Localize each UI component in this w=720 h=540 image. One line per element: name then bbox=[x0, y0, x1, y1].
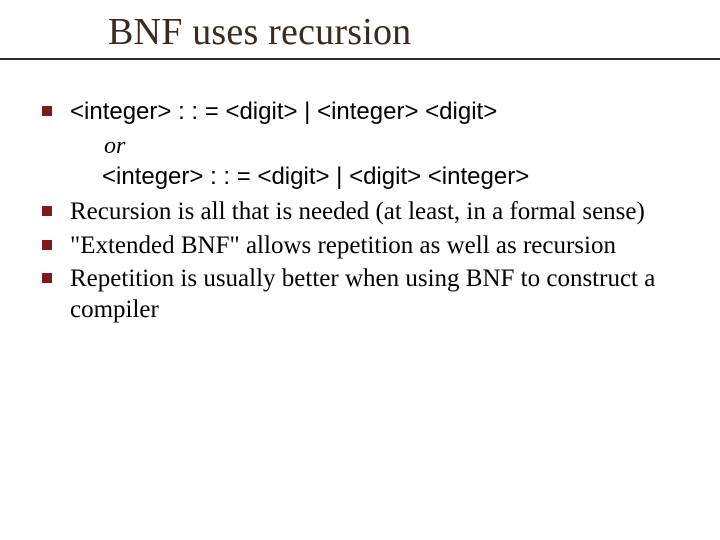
bullet-icon bbox=[42, 273, 52, 283]
slide-title: BNF uses recursion bbox=[108, 10, 720, 54]
title-underline bbox=[0, 58, 720, 60]
bullet-icon bbox=[42, 240, 52, 250]
grammar-list: <integer> : : = <digit> | <integer> <dig… bbox=[32, 96, 680, 127]
points-list: Recursion is all that is needed (at leas… bbox=[32, 196, 680, 325]
point-3-text: Repetition is usually better when using … bbox=[70, 265, 655, 323]
grammar-line-2: <integer> : : = <digit> | <digit> <integ… bbox=[32, 161, 680, 192]
point-2: "Extended BNF" allows repetition as well… bbox=[32, 230, 680, 261]
point-3: Repetition is usually better when using … bbox=[32, 263, 680, 326]
bullet-icon bbox=[42, 206, 52, 216]
point-1-text: Recursion is all that is needed (at leas… bbox=[70, 198, 645, 225]
grammar-line-1: <integer> : : = <digit> | <integer> <dig… bbox=[70, 98, 497, 125]
slide-body: <integer> : : = <digit> | <integer> <dig… bbox=[0, 56, 720, 325]
grammar-item-1: <integer> : : = <digit> | <integer> <dig… bbox=[32, 96, 680, 127]
point-2-text: "Extended BNF" allows repetition as well… bbox=[70, 232, 616, 259]
bullet-icon bbox=[42, 106, 52, 116]
point-1: Recursion is all that is needed (at leas… bbox=[32, 196, 680, 227]
title-area: BNF uses recursion bbox=[0, 0, 720, 54]
slide: BNF uses recursion <integer> : : = <digi… bbox=[0, 0, 720, 540]
grammar-or: or bbox=[32, 131, 680, 161]
